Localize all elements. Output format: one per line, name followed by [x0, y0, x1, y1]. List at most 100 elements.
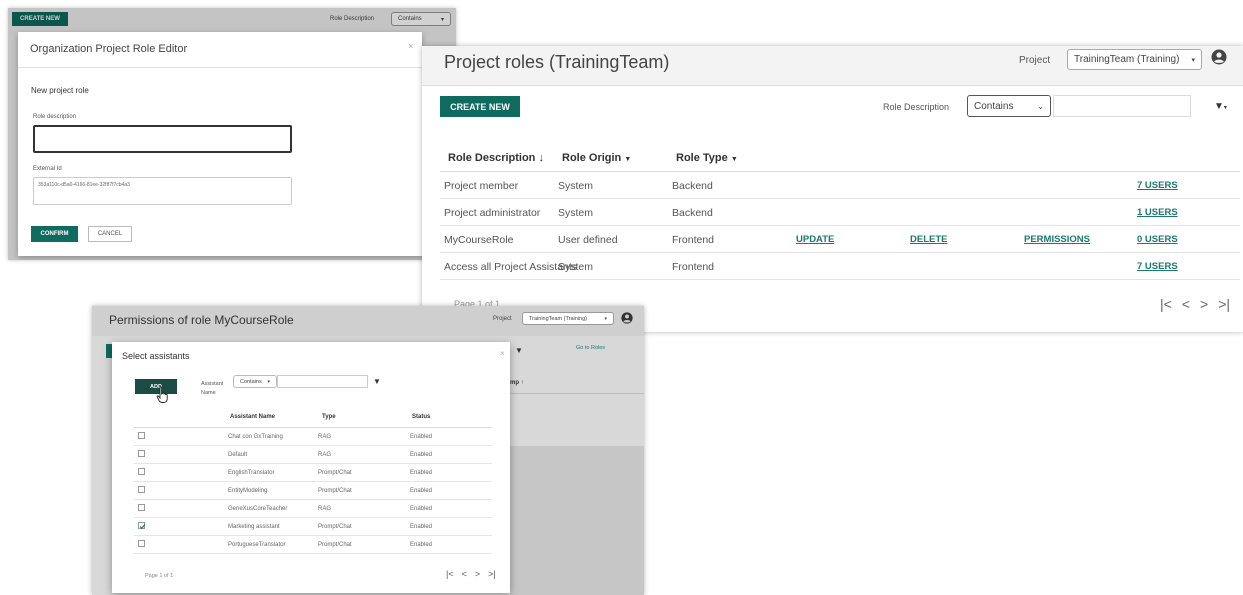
column-header-role-origin[interactable]: Role Origin ▼: [562, 152, 631, 164]
page-title: Permissions of role MyCourseRole: [109, 313, 294, 327]
delete-link[interactable]: DELETE: [910, 234, 947, 245]
table-row: Marketing assistant Prompt/Chat Enabled: [134, 518, 492, 536]
role-description-cell: MyCourseRole: [444, 234, 514, 246]
pagination-controls: |< < > >|: [446, 569, 496, 579]
row-checkbox-checked[interactable]: [138, 522, 146, 530]
assistant-name-cell: Chat con GxTraining: [228, 434, 283, 440]
column-header-role-type[interactable]: Role Type ▼: [676, 152, 738, 164]
assistant-status-cell: Enabled: [410, 470, 433, 476]
project-select[interactable]: TrainingTeam (Training) ▾: [1067, 49, 1202, 70]
top-bar: Permissions of role MyCourseRole Project…: [92, 306, 644, 336]
background-divider: [510, 393, 644, 394]
prev-page-icon[interactable]: <: [1182, 296, 1190, 312]
assistant-name-cell: EntityModeling: [228, 488, 268, 494]
last-page-icon[interactable]: >|: [1218, 296, 1230, 312]
role-origin-cell: System: [558, 207, 594, 219]
users-link[interactable]: 0 USERS: [1137, 234, 1178, 245]
role-description-input[interactable]: [33, 125, 292, 153]
users-link[interactable]: 1 USERS: [1137, 207, 1178, 218]
close-icon[interactable]: ×: [408, 41, 413, 51]
table-row: GeneXusCoreTeacher RAG Enabled: [134, 500, 492, 518]
pagination-controls: |< < > >|: [1160, 296, 1230, 312]
project-select[interactable]: TrainingTeam (Training) ▾: [522, 312, 614, 325]
confirm-button[interactable]: CONFIRM: [31, 226, 78, 242]
assistant-name-cell: Default: [228, 452, 248, 458]
filter-select[interactable]: Contains ▾: [233, 375, 277, 388]
external-id-label: External Id: [33, 166, 62, 172]
row-checkbox[interactable]: [138, 540, 145, 547]
row-checkbox[interactable]: [138, 468, 145, 475]
section-title: New project role: [31, 86, 89, 95]
assistant-status-cell: Enabled: [410, 434, 433, 440]
column-status[interactable]: Status: [412, 414, 430, 420]
role-description-field-label: Role description: [33, 114, 77, 120]
assistant-status-cell: Enabled: [410, 488, 433, 494]
assistant-status-cell: Enabled: [410, 542, 433, 548]
user-account-icon[interactable]: [1211, 49, 1227, 65]
assistant-type-cell: RAG: [318, 452, 332, 458]
permissions-link[interactable]: PERMISSIONS: [1024, 234, 1090, 245]
project-roles-window: Project roles (TrainingTeam) Project Tra…: [422, 46, 1243, 332]
filter-select-value: Contains: [974, 100, 1014, 112]
table-row: Default RAG Enabled: [134, 446, 492, 464]
chevron-down-icon: ▼: [730, 156, 738, 163]
project-label: Project: [1019, 55, 1051, 66]
assistant-name-input[interactable]: [277, 375, 368, 388]
next-page-icon[interactable]: >: [1200, 296, 1208, 312]
dialog-header: Organization Project Role Editor ×: [18, 32, 422, 68]
users-link[interactable]: 7 USERS: [1137, 180, 1178, 191]
last-page-icon[interactable]: >|: [488, 569, 496, 579]
project-select-value: TrainingTeam (Training): [1074, 54, 1180, 65]
filter-icon[interactable]: ▼▾: [1214, 101, 1227, 112]
role-description-filter-label: Role Description: [883, 102, 950, 112]
row-checkbox[interactable]: [138, 450, 145, 457]
select-assistants-dialog: Select assistants × ADD Assistant Name C…: [112, 342, 510, 593]
row-checkbox[interactable]: [138, 486, 145, 493]
filter-select-value: Contains: [240, 378, 262, 385]
role-type-cell: Frontend: [672, 234, 715, 246]
dialog-title: Organization Project Role Editor: [30, 43, 188, 55]
users-link[interactable]: 7 USERS: [1137, 261, 1178, 272]
column-type[interactable]: Type: [322, 414, 336, 420]
create-new-button[interactable]: CREATE NEW: [440, 96, 520, 117]
role-description-cell: Project member: [444, 180, 519, 192]
filter-icon[interactable]: ▼: [373, 377, 381, 386]
pagination-text: Page 1 of 1: [145, 573, 174, 579]
background-column-header: mp ↑: [510, 380, 524, 386]
filter-select[interactable]: Contains ⌄: [967, 95, 1051, 117]
assistant-type-cell: RAG: [318, 506, 332, 512]
user-account-icon[interactable]: [621, 312, 633, 324]
assistant-name-filter-label: Assistant Name: [201, 381, 224, 396]
role-origin-cell: System: [558, 261, 594, 273]
column-role-origin-label: Role Origin: [562, 152, 622, 164]
column-assistant-name[interactable]: Assistant Name: [230, 414, 275, 420]
column-role-type-label: Role Type: [676, 152, 728, 164]
chevron-down-icon: ⌄: [1037, 101, 1044, 111]
assistant-type-cell: Prompt/Chat: [318, 524, 352, 530]
assistant-type-cell: Prompt/Chat: [318, 488, 352, 494]
close-icon[interactable]: ×: [500, 349, 505, 358]
first-page-icon[interactable]: |<: [1160, 296, 1172, 312]
top-bar: Project roles (TrainingTeam) Project Tra…: [422, 46, 1243, 86]
assistant-type-cell: RAG: [318, 434, 332, 440]
role-type-cell: Backend: [672, 207, 713, 219]
project-label: Project: [493, 316, 512, 322]
column-header-role-description[interactable]: Role Description ↓: [448, 152, 544, 164]
update-link[interactable]: UPDATE: [796, 234, 834, 245]
row-checkbox[interactable]: [138, 432, 145, 439]
sort-down-arrow-icon: ↓: [538, 152, 544, 164]
prev-page-icon[interactable]: <: [462, 569, 467, 579]
external-id-input[interactable]: 353a110c-d5a0-4166-81ee-32f87f7cb4a3: [33, 177, 292, 205]
next-page-icon[interactable]: >: [475, 569, 480, 579]
first-page-icon[interactable]: |<: [446, 569, 454, 579]
table-row: PortugueseTranslator Prompt/Chat Enabled: [134, 536, 492, 554]
go-to-roles-link[interactable]: Go to Roles: [576, 345, 605, 351]
role-origin-cell: User defined: [558, 234, 618, 246]
row-checkbox[interactable]: [138, 504, 145, 511]
assistant-type-cell: Prompt/Chat: [318, 542, 352, 548]
filter-value-input[interactable]: [1053, 95, 1191, 117]
background-column-fragment: mp: [510, 380, 519, 386]
assistant-name-cell: Marketing assistant: [228, 524, 280, 530]
table-row: Access all Project Assistants System Fro…: [440, 253, 1240, 280]
cancel-button[interactable]: CANCEL: [88, 226, 132, 242]
